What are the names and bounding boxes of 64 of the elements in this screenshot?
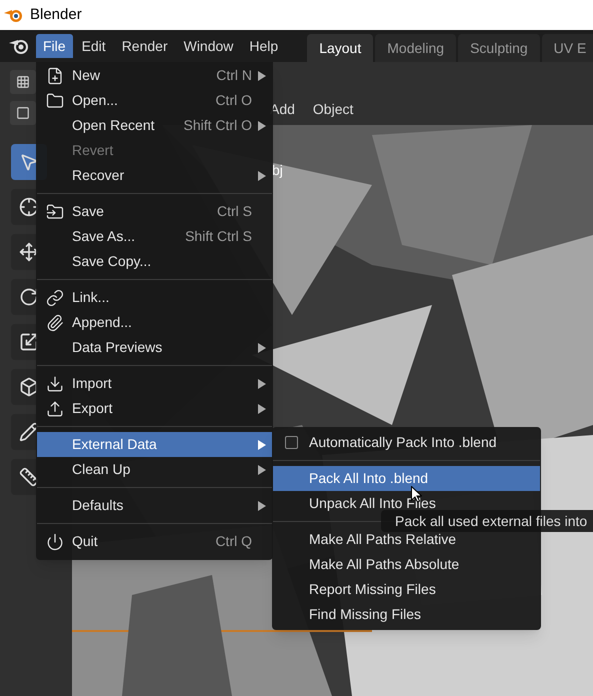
shortcut-label: Shift Ctrl O bbox=[184, 116, 252, 135]
menu-item[interactable]: Link... bbox=[37, 285, 272, 310]
workspace-tab[interactable]: Sculpting bbox=[458, 34, 540, 62]
menu-item[interactable]: Recover bbox=[37, 163, 272, 188]
cursor-tool-icon bbox=[19, 197, 39, 217]
import-icon bbox=[46, 374, 64, 392]
workspace-tab[interactable]: Modeling bbox=[375, 34, 456, 62]
menu-item[interactable]: Find Missing Files bbox=[273, 602, 540, 627]
menu-item[interactable]: Import bbox=[37, 371, 272, 396]
workspace-tab[interactable]: Layout bbox=[307, 34, 374, 62]
view-toggle[interactable] bbox=[10, 101, 36, 125]
checkbox[interactable] bbox=[284, 436, 298, 449]
rotate-tool-icon bbox=[19, 287, 39, 307]
menu-item[interactable]: Make All Paths Absolute bbox=[273, 552, 540, 577]
paperclip-icon bbox=[46, 314, 64, 332]
shortcut-label: Ctrl Q bbox=[215, 532, 252, 551]
menu-item[interactable]: Clean Up bbox=[37, 457, 272, 482]
workspace-tab[interactable]: UV E bbox=[542, 34, 593, 62]
file-plus-icon bbox=[46, 66, 64, 84]
menu-button[interactable]: Help bbox=[242, 34, 286, 58]
transform-tool-icon bbox=[19, 377, 39, 397]
power-icon bbox=[46, 532, 64, 550]
menu-item[interactable]: Append... bbox=[37, 310, 272, 335]
move-tool-icon bbox=[19, 242, 39, 262]
save-icon bbox=[46, 202, 64, 220]
select-tool-icon bbox=[19, 152, 39, 172]
window-title: Blender bbox=[30, 4, 82, 25]
annotate-tool-icon bbox=[19, 422, 39, 442]
menu-item[interactable]: Automatically Pack Into .blend bbox=[273, 430, 540, 455]
menu-button[interactable]: File bbox=[36, 34, 73, 58]
viewport-menu-button[interactable]: Add bbox=[270, 98, 295, 120]
app-logo-icon[interactable] bbox=[8, 37, 30, 55]
menu-item[interactable]: Data Previews bbox=[37, 335, 272, 360]
menu-item[interactable]: Save As... Shift Ctrl S bbox=[37, 224, 272, 249]
menu-item[interactable]: Save Copy... bbox=[37, 249, 272, 274]
menu-button[interactable]: Window bbox=[176, 34, 240, 58]
menu-button[interactable]: Render bbox=[114, 34, 175, 58]
menu-item[interactable]: Save Ctrl S bbox=[37, 199, 272, 224]
folder-icon bbox=[46, 92, 64, 110]
measure-tool-icon bbox=[19, 467, 39, 487]
menu-item[interactable]: Defaults bbox=[37, 493, 272, 518]
menu-item[interactable]: Export bbox=[37, 396, 272, 421]
shortcut-label: Ctrl S bbox=[217, 202, 252, 221]
menu-item[interactable]: Open... Ctrl O bbox=[37, 88, 272, 113]
scale-tool-icon bbox=[19, 332, 39, 352]
tooltip: Pack all used external files into bbox=[381, 510, 593, 532]
app-logo-icon bbox=[4, 7, 24, 23]
viewport-menu-button[interactable]: Object bbox=[312, 98, 354, 120]
gizmo-toggle[interactable] bbox=[10, 70, 36, 94]
menu-item[interactable]: Pack All Into .blend bbox=[273, 466, 540, 491]
menu-item[interactable]: Report Missing Files bbox=[273, 577, 540, 602]
shortcut-label: Ctrl N bbox=[216, 66, 252, 85]
shortcut-label: Shift Ctrl S bbox=[185, 227, 252, 246]
grid-icon bbox=[16, 75, 30, 89]
viewport-overlay-text: bj bbox=[272, 161, 283, 180]
export-icon bbox=[46, 400, 64, 418]
menu-item[interactable]: New Ctrl N bbox=[37, 63, 272, 88]
shortcut-label: Ctrl O bbox=[215, 91, 252, 110]
menu-item[interactable]: Quit Ctrl Q bbox=[37, 529, 272, 554]
menu-button[interactable]: Edit bbox=[74, 34, 113, 58]
frame-icon bbox=[16, 106, 30, 120]
link-icon bbox=[46, 288, 64, 306]
menu-item[interactable]: External Data bbox=[37, 432, 272, 457]
menu-item[interactable]: Open Recent Shift Ctrl O bbox=[37, 113, 272, 138]
